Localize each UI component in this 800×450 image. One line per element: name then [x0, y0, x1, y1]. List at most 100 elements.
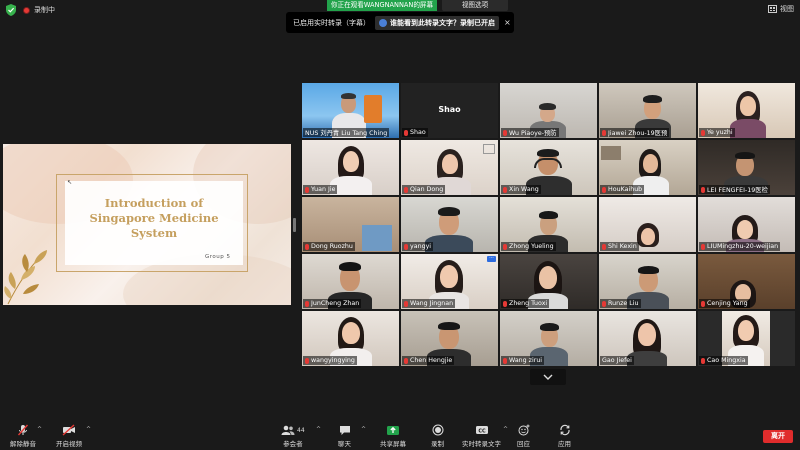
participant-name: Cenjing Yang: [707, 300, 748, 307]
participant-tile[interactable]: Cao Mingxia: [698, 311, 795, 366]
participant-tile[interactable]: Cenjing Yang: [698, 254, 795, 309]
share-screen-icon: [387, 425, 399, 435]
participant-tile[interactable]: NUS 刘丹青 Liu Tang Ching: [302, 83, 399, 138]
participant-tile[interactable]: Chen Hengjie: [401, 311, 498, 366]
muted-mic-icon: [701, 129, 705, 136]
muted-mic-icon: [503, 129, 507, 136]
participant-tile[interactable]: LIUMingzhu-20-weijian: [698, 197, 795, 252]
live-transcript-button[interactable]: CC 实时转录文字: [462, 424, 501, 448]
grid-view-icon: [768, 5, 777, 13]
muted-mic-icon: [602, 300, 606, 307]
participant-name: HouKaihub: [608, 186, 643, 193]
participant-tile[interactable]: Zhong Yueling: [500, 197, 597, 252]
muted-mic-icon: [602, 243, 606, 250]
participant-tile[interactable]: Shao Shao: [401, 83, 498, 138]
apps-icon: [559, 424, 570, 436]
caption-ask-text: 谁能看到此转录文字？录制已开启: [390, 18, 495, 27]
participant-tile[interactable]: LEI FENGFEI-19医检: [698, 140, 795, 195]
participant-tile[interactable]: ··· Wang Jingnan: [401, 254, 498, 309]
participant-tile[interactable]: Wu Piaoye-预防: [500, 83, 597, 138]
chat-bubble-icon: [339, 425, 350, 435]
reactions-button[interactable]: 回应: [517, 424, 530, 448]
participant-tile[interactable]: Gao Jiefei: [599, 311, 696, 366]
muted-mic-icon: [701, 300, 705, 307]
muted-mic-icon: [701, 186, 705, 193]
view-button[interactable]: 视图: [768, 4, 794, 14]
reactions-label: 回应: [517, 440, 530, 448]
participant-tile[interactable]: Zheng Tuoxi: [500, 254, 597, 309]
participant-name: Qian Dong: [410, 186, 444, 193]
closed-caption-icon: CC: [475, 426, 488, 434]
banner-icon: [364, 95, 382, 123]
shield-icon[interactable]: [6, 4, 16, 16]
split-view-handle[interactable]: [293, 218, 296, 232]
sharing-banner: 你正在观看WANGNANNAN的屏幕: [327, 0, 437, 11]
apps-label: 应用: [558, 440, 571, 448]
person-icon: [379, 18, 387, 27]
participant-name: Gao Jiefei: [602, 357, 632, 364]
headphones-icon: [534, 158, 562, 168]
participant-tile[interactable]: wangyingying: [302, 311, 399, 366]
video-options-caret-icon[interactable]: ^: [86, 426, 91, 433]
leave-meeting-button[interactable]: 离开: [763, 430, 793, 443]
participant-tile[interactable]: Dong Ruozhu: [302, 197, 399, 252]
record-label: 录制: [431, 440, 444, 448]
participant-name: Ye yuzhi: [707, 129, 733, 136]
muted-mic-icon: [701, 357, 705, 364]
shared-screen[interactable]: Introduction of Singapore Medicine Syste…: [3, 144, 291, 305]
chevron-down-icon: [543, 374, 553, 380]
audio-options-caret-icon[interactable]: ^: [37, 426, 42, 433]
participants-icon: [281, 425, 295, 435]
video-off-icon: [62, 424, 75, 436]
participant-name: NUS 刘丹青 Liu Tang Ching: [305, 130, 388, 137]
apps-button[interactable]: 应用: [558, 424, 571, 448]
view-options-button[interactable]: 视图选项: [442, 0, 508, 11]
meeting-toolbar: 解除静音 ^ 开启视频 ^ 44 参会者 ^ 聊天 ^ 共享屏幕 录制 CC 实…: [0, 420, 800, 450]
participant-name: Xin Wang: [509, 186, 539, 193]
participant-name: Zhong Yueling: [509, 243, 554, 250]
muted-mic-icon: [404, 300, 408, 307]
participant-name: Wu Piaoye-预防: [509, 130, 557, 137]
muted-mic-icon: [404, 186, 408, 193]
caption-who-can-see-button[interactable]: 谁能看到此转录文字？录制已开启: [375, 15, 499, 30]
participant-tile[interactable]: yangyi: [401, 197, 498, 252]
participant-tile[interactable]: Shi Kexin: [599, 197, 696, 252]
participant-name: Chen Hengjie: [410, 357, 453, 364]
svg-text:CC: CC: [478, 428, 486, 434]
participant-tile[interactable]: Ye yuzhi: [698, 83, 795, 138]
participant-tile[interactable]: HouKaihub: [599, 140, 696, 195]
unmute-button[interactable]: 解除静音: [10, 424, 36, 448]
slide-subtitle: Group 5: [205, 254, 231, 260]
share-screen-button[interactable]: 共享屏幕: [380, 424, 406, 448]
participant-tile[interactable]: JunCheng Zhan: [302, 254, 399, 309]
recording-indicator[interactable]: 录制中: [23, 5, 55, 15]
muted-mic-icon: [503, 243, 507, 250]
chat-options-caret-icon[interactable]: ^: [361, 426, 366, 433]
participant-name: Yuan Jie: [311, 186, 336, 193]
chat-button[interactable]: 聊天: [338, 424, 351, 448]
more-options-icon[interactable]: ···: [487, 256, 496, 262]
transcript-options-caret-icon[interactable]: ^: [503, 426, 508, 433]
participant-name: Runze Liu: [608, 300, 639, 307]
participants-button[interactable]: 44 参会者: [281, 424, 305, 448]
view-label: 视图: [780, 5, 794, 13]
participant-tile[interactable]: Qian Dong: [401, 140, 498, 195]
participant-tile[interactable]: Xin Wang: [500, 140, 597, 195]
muted-microphone-icon: [17, 424, 29, 436]
participants-options-caret-icon[interactable]: ^: [316, 426, 321, 433]
participant-tile[interactable]: Yuan Jie: [302, 140, 399, 195]
unmute-label: 解除静音: [10, 440, 36, 448]
record-icon: [432, 424, 443, 436]
participant-tile[interactable]: Runze Liu: [599, 254, 696, 309]
gallery-next-page-button[interactable]: [530, 369, 566, 385]
record-button[interactable]: 录制: [431, 424, 444, 448]
participant-name: Shi Kexin: [608, 243, 637, 250]
participant-name: Shao: [410, 129, 426, 136]
participant-tile[interactable]: Wang zirui: [500, 311, 597, 366]
start-video-label: 开启视频: [56, 440, 82, 448]
muted-mic-icon: [404, 129, 408, 136]
participant-tile[interactable]: Jiawei Zhou-19医预: [599, 83, 696, 138]
start-video-button[interactable]: 开启视频: [56, 424, 82, 448]
close-icon[interactable]: ×: [504, 18, 511, 27]
participants-label: 参会者: [283, 440, 303, 448]
